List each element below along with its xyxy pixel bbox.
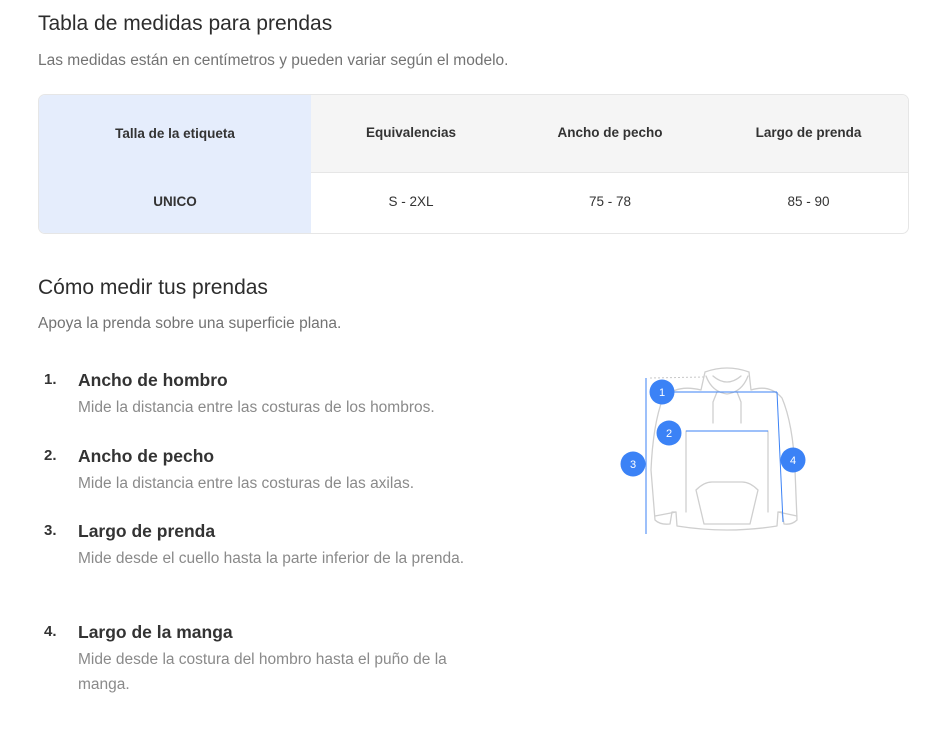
page-title: Tabla de medidas para prendas bbox=[38, 12, 333, 35]
marker-4: 4 bbox=[780, 447, 806, 473]
hoodie-measurement-diagram: 1 2 3 4 bbox=[620, 367, 806, 534]
step-title: Largo de prenda bbox=[78, 521, 216, 541]
step-number: 3. bbox=[44, 522, 57, 539]
label-size-column bbox=[39, 95, 311, 233]
step-description: Mide desde la costura del hombro hasta e… bbox=[78, 651, 447, 693]
cell-garment-length: 85 - 90 bbox=[787, 194, 830, 209]
marker-2: 2 bbox=[656, 420, 682, 446]
marker-label: 2 bbox=[666, 428, 672, 440]
step-title: Ancho de hombro bbox=[78, 370, 228, 390]
step-description: Mide desde el cuello hasta la parte infe… bbox=[78, 550, 465, 567]
marker-1: 1 bbox=[649, 379, 675, 405]
guide-line bbox=[649, 376, 706, 379]
marker-3: 3 bbox=[620, 451, 646, 477]
header-garment-length: Largo de prenda bbox=[755, 125, 862, 140]
step-number: 2. bbox=[44, 447, 57, 464]
cell-equivalences: S - 2XL bbox=[388, 194, 434, 209]
step-description: Mide la distancia entre las costuras de … bbox=[78, 475, 414, 492]
step-number: 4. bbox=[44, 623, 57, 640]
cell-chest-width: 75 - 78 bbox=[588, 194, 632, 209]
step-number: 1. bbox=[44, 371, 57, 388]
section-subtitle: Apoya la prenda sobre una superficie pla… bbox=[38, 315, 342, 332]
marker-label: 4 bbox=[790, 455, 796, 467]
header-label-size: Talla de la etiqueta bbox=[115, 126, 235, 141]
step-title: Ancho de pecho bbox=[78, 446, 215, 466]
marker-label: 3 bbox=[630, 459, 636, 471]
section-title: Cómo medir tus prendas bbox=[38, 276, 268, 299]
step-description: Mide la distancia entre las costuras de … bbox=[78, 399, 435, 416]
size-table: Talla de la etiqueta Equivalencias Ancho… bbox=[38, 94, 909, 234]
cell-label-size: UNICO bbox=[153, 194, 197, 209]
header-equivalences: Equivalencias bbox=[365, 125, 457, 140]
page-subtitle: Las medidas están en centímetros y puede… bbox=[38, 52, 509, 69]
marker-label: 1 bbox=[659, 387, 665, 399]
step-title: Largo de la manga bbox=[78, 622, 233, 642]
header-chest-width: Ancho de pecho bbox=[557, 125, 663, 140]
